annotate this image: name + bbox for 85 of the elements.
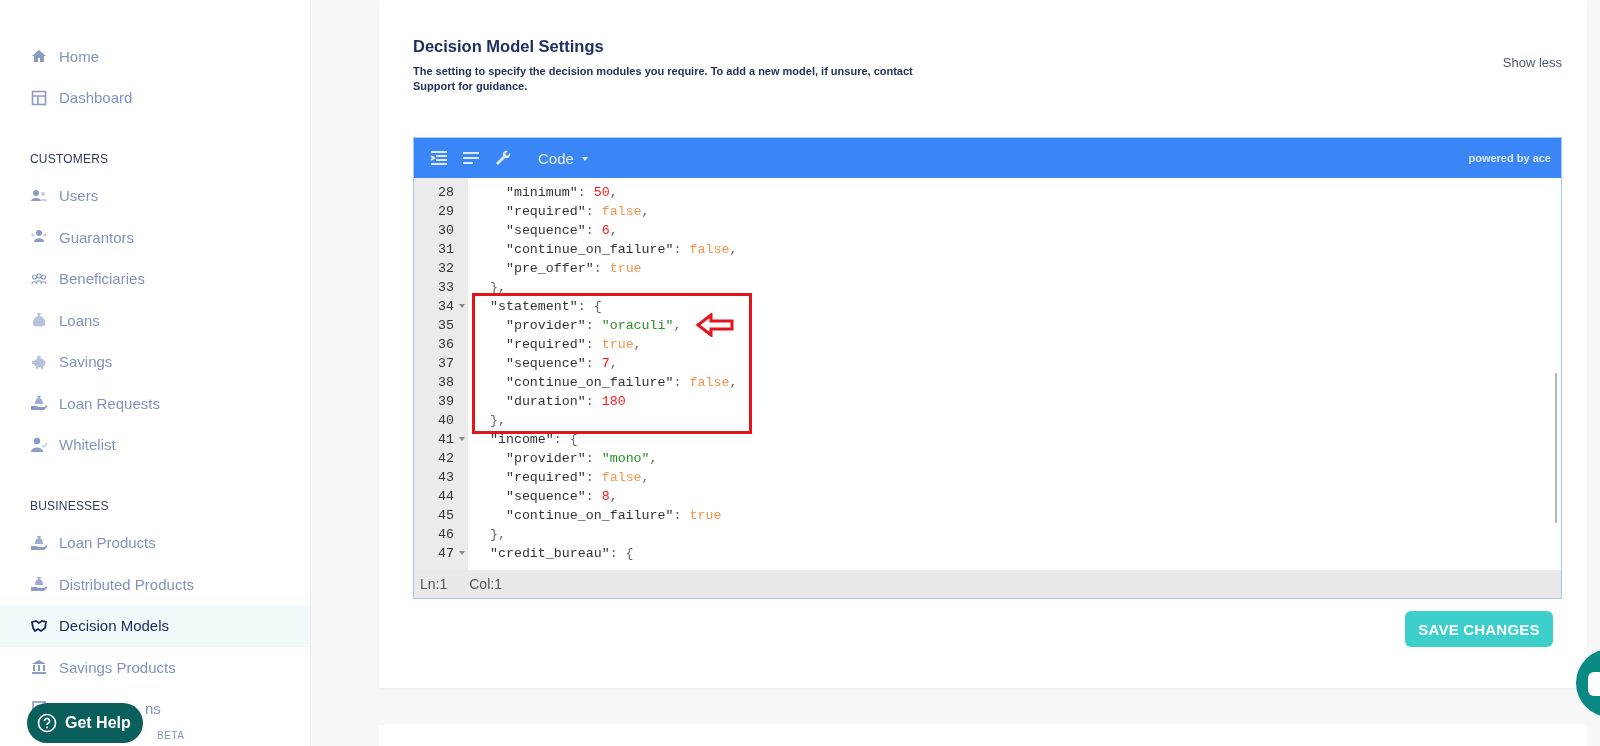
section-heading: BUSINESSES	[30, 499, 109, 513]
line-indicator: Ln:1	[420, 576, 448, 592]
sidebar-item[interactable]: Home	[0, 35, 310, 77]
section-title: Decision Model Settings	[413, 36, 605, 57]
fold-arrow-icon[interactable]	[459, 437, 465, 441]
line-number: 29	[438, 203, 454, 219]
line-number: 37	[438, 355, 454, 371]
code-line: "provider": "oraculi",	[504, 317, 682, 333]
code-line: "required": false,	[504, 203, 650, 219]
line-number: 30	[438, 222, 454, 238]
code-line: "sequence": 6,	[504, 222, 618, 238]
sidebar-item[interactable]: Loan Products	[0, 522, 310, 564]
code-line: "minimum": 50,	[504, 184, 618, 200]
help-button[interactable]: Get Help	[27, 703, 143, 743]
line-number: 35	[438, 317, 454, 333]
code-line: "required": false,	[504, 469, 650, 485]
code-line: "credit_bureau": {	[488, 545, 634, 561]
format-icon[interactable]	[430, 149, 448, 167]
code-line: "continue_on_failure": false,	[504, 241, 738, 257]
code-line: "statement": {	[488, 298, 602, 314]
code-line: "continue_on_failure": true	[504, 507, 722, 523]
code-line: "sequence": 7,	[504, 355, 618, 371]
code-line: "pre_offer": true	[504, 260, 642, 276]
section-description: The setting to specify the decision modules you require. To add a new model, if unsure, contact Support for guidance.	[413, 63, 914, 94]
sidebar-item[interactable]: Dashboard	[0, 77, 310, 119]
beta-label: BETA	[157, 729, 185, 741]
help-icon	[37, 713, 57, 733]
mode-dropdown[interactable]: Code	[538, 149, 588, 167]
piggy-bank-icon	[31, 353, 47, 370]
hand-money-icon	[31, 534, 47, 551]
left-arrow-icon	[695, 313, 735, 337]
sidebar-item[interactable]: Loans	[0, 299, 310, 341]
scrollbar[interactable]	[1555, 373, 1557, 523]
line-number: 47	[438, 545, 454, 561]
wrench-icon[interactable]	[494, 149, 512, 167]
line-number: 41	[438, 431, 454, 447]
code-line: "continue_on_failure": false,	[504, 374, 738, 390]
code-line: },	[488, 412, 506, 428]
line-number: 36	[438, 336, 454, 352]
fold-arrow-icon[interactable]	[459, 304, 465, 308]
line-number: 32	[438, 260, 454, 276]
hand-money-icon	[31, 395, 47, 412]
save-button[interactable]: SAVE CHANGES	[1405, 611, 1553, 647]
line-number: 39	[438, 393, 454, 409]
powered-by-text: powered by ace	[1468, 152, 1551, 164]
column-indicator: Col:1	[469, 576, 502, 592]
code-line: "sequence": 8,	[504, 488, 618, 504]
fold-arrow-icon[interactable]	[459, 551, 465, 555]
sidebar-item[interactable]: Decision Models	[0, 605, 310, 647]
line-number: 46	[438, 526, 454, 542]
line-number: 40	[438, 412, 454, 428]
code-line: },	[488, 526, 506, 542]
sidebar-item[interactable]: ns	[145, 700, 161, 718]
line-number: 31	[438, 241, 454, 257]
sidebar-item[interactable]: Loan Requests	[0, 382, 310, 424]
users-icon	[31, 187, 47, 204]
sidebar-item[interactable]: Savings	[0, 341, 310, 383]
line-number: 38	[438, 374, 454, 390]
money-bag-icon	[31, 312, 47, 329]
dashboard-icon	[31, 89, 47, 106]
sidebar-item[interactable]: Whitelist	[0, 424, 310, 466]
code-line: "income": {	[488, 431, 578, 447]
show-less-link[interactable]: Show less	[1502, 55, 1562, 71]
sidebar-item[interactable]: Beneficiaries	[0, 258, 310, 300]
line-number: 43	[438, 469, 454, 485]
line-number: 33	[438, 279, 454, 295]
sidebar-item[interactable]: Distributed Products	[0, 563, 310, 605]
home-icon	[31, 48, 47, 65]
hand-money-icon	[31, 576, 47, 593]
people-group-icon	[31, 270, 47, 287]
line-number: 44	[438, 488, 454, 504]
sidebar-item[interactable]: Savings Products	[0, 646, 310, 688]
line-number: 28	[438, 184, 454, 200]
code-line: "required": true,	[504, 336, 642, 352]
user-check-icon	[31, 436, 47, 453]
code-line: "duration": 180	[504, 393, 626, 409]
section-heading: CUSTOMERS	[30, 152, 109, 166]
line-number: 34	[438, 298, 454, 314]
lines-icon[interactable]	[462, 149, 480, 167]
line-number: 45	[438, 507, 454, 523]
sidebar-item[interactable]: Users	[0, 175, 310, 217]
line-number: 42	[438, 450, 454, 466]
code-line: "provider": "mono",	[504, 450, 658, 466]
bank-icon	[31, 659, 47, 676]
sidebar-item[interactable]: Guarantors	[0, 216, 310, 258]
